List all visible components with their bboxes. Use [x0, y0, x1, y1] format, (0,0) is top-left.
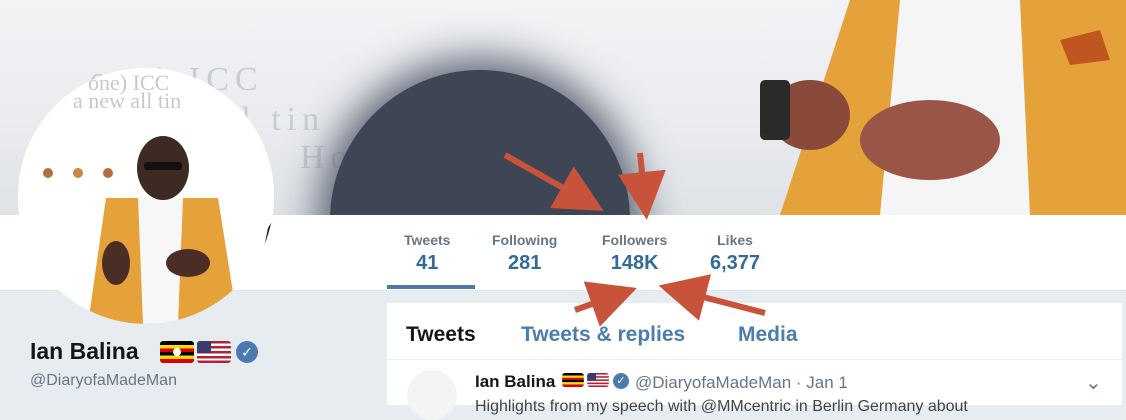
stat-likes-value: 6,377 — [710, 252, 761, 274]
profile-name[interactable]: Ian Balina — [30, 338, 139, 365]
uganda-flag-icon — [562, 373, 584, 387]
avatar-photo: one) ICC a new all tin — [18, 68, 274, 324]
timeline-panel: Tweets Tweets & replies Media Ian Balina — [387, 303, 1122, 420]
svg-text:a new all tin: a new all tin — [73, 88, 181, 113]
tab-tweets-and-replies[interactable]: Tweets & replies — [521, 323, 685, 347]
tab-media[interactable]: Media — [738, 323, 798, 347]
uganda-flag-icon — [160, 341, 194, 363]
tweet-handle-date[interactable]: @DiaryofaMadeMan · Jan 1 — [635, 373, 848, 393]
stat-followers-label: Followers — [602, 232, 668, 248]
stat-followers[interactable]: Followers 148K — [602, 232, 667, 275]
stat-likes-label: Likes — [717, 232, 753, 248]
stat-following[interactable]: Following 281 — [492, 232, 557, 275]
stat-tweets-value: 41 — [416, 252, 439, 274]
verified-badge-icon: ✓ — [613, 373, 629, 389]
stat-tweets[interactable]: Tweets 41 — [404, 232, 450, 275]
active-stat-underline — [387, 285, 475, 289]
banner-speaker-image — [760, 0, 1126, 215]
tweet-item[interactable]: Ian Balina ✓ @DiaryofaMadeMan · Jan 1 ⌄ … — [387, 360, 1122, 420]
tweet-avatar[interactable] — [407, 370, 457, 420]
tweet-author-name[interactable]: Ian Balina — [475, 372, 555, 392]
stat-likes[interactable]: Likes 6,377 — [710, 232, 760, 275]
verified-badge-icon: ✓ — [236, 341, 258, 363]
profile-avatar[interactable]: one) ICC a new all tin — [18, 68, 274, 324]
timeline-tabs: Tweets Tweets & replies Media — [387, 303, 1122, 360]
profile-handle[interactable]: @DiaryofaMadeMan — [30, 372, 177, 390]
tweet-body: Highlights from my speech with @MMcentri… — [475, 398, 968, 415]
stat-following-label: Following — [492, 232, 558, 248]
usa-flag-icon — [587, 373, 609, 387]
chevron-down-icon[interactable]: ⌄ — [1085, 370, 1102, 395]
tab-tweets[interactable]: Tweets — [406, 323, 476, 347]
stat-following-value: 281 — [507, 252, 542, 274]
stat-tweets-label: Tweets — [404, 232, 451, 248]
usa-flag-icon — [197, 341, 231, 363]
stat-followers-value: 148K — [610, 252, 659, 274]
